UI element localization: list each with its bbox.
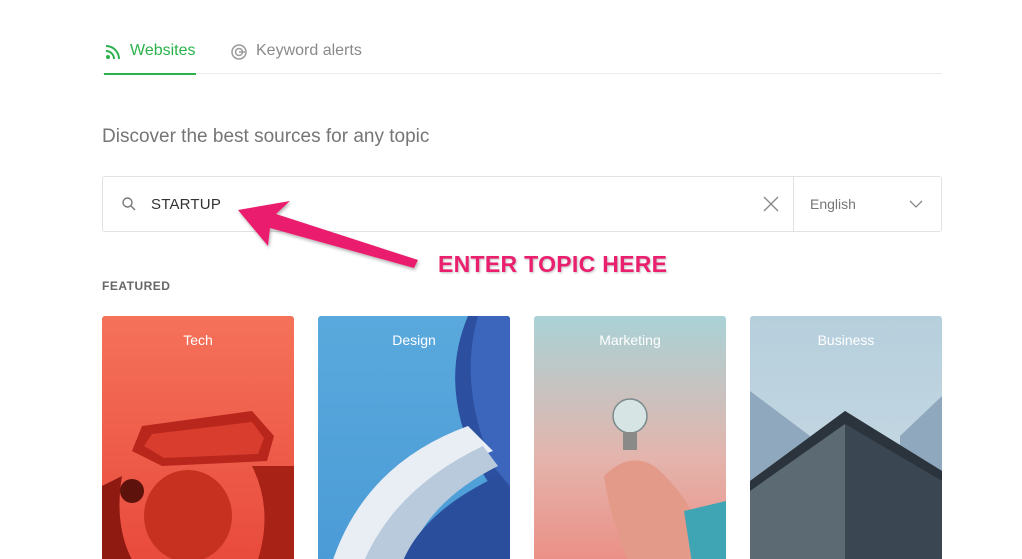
tech-vr-image (102, 316, 294, 559)
tab-websites-label: Websites (130, 42, 196, 59)
design-architecture-image (318, 316, 510, 559)
business-building-image (750, 316, 942, 559)
featured-card-design[interactable]: Design (318, 316, 510, 559)
card-label-business: Business (817, 332, 875, 348)
language-select[interactable]: English (793, 177, 941, 231)
marketing-lightbulb-image (534, 316, 726, 559)
tab-keyword-alerts-label: Keyword alerts (256, 42, 362, 59)
language-selected-value: English (810, 196, 856, 212)
featured-label: FEATURED (102, 279, 171, 293)
page-headline: Discover the best sources for any topic (102, 126, 430, 147)
card-label-marketing: Marketing (599, 332, 661, 348)
close-icon[interactable] (761, 194, 781, 214)
chevron-down-icon (909, 200, 923, 208)
topic-search-input[interactable] (151, 177, 711, 231)
rss-icon (105, 45, 120, 60)
google-icon (231, 44, 247, 60)
search-icon (122, 197, 136, 211)
featured-card-tech[interactable]: Tech (102, 316, 294, 559)
tab-websites[interactable]: Websites (104, 42, 196, 75)
topic-search-bar: English (102, 176, 942, 232)
tab-keyword-alerts[interactable]: Keyword alerts (230, 42, 362, 74)
card-label-design: Design (392, 332, 436, 348)
source-tabs: Websites Keyword alerts (102, 30, 942, 75)
annotation-text: ENTER TOPIC HERE (438, 251, 668, 277)
featured-card-business[interactable]: Business (750, 316, 942, 559)
card-label-tech: Tech (183, 332, 213, 348)
featured-card-marketing[interactable]: Marketing (534, 316, 726, 559)
